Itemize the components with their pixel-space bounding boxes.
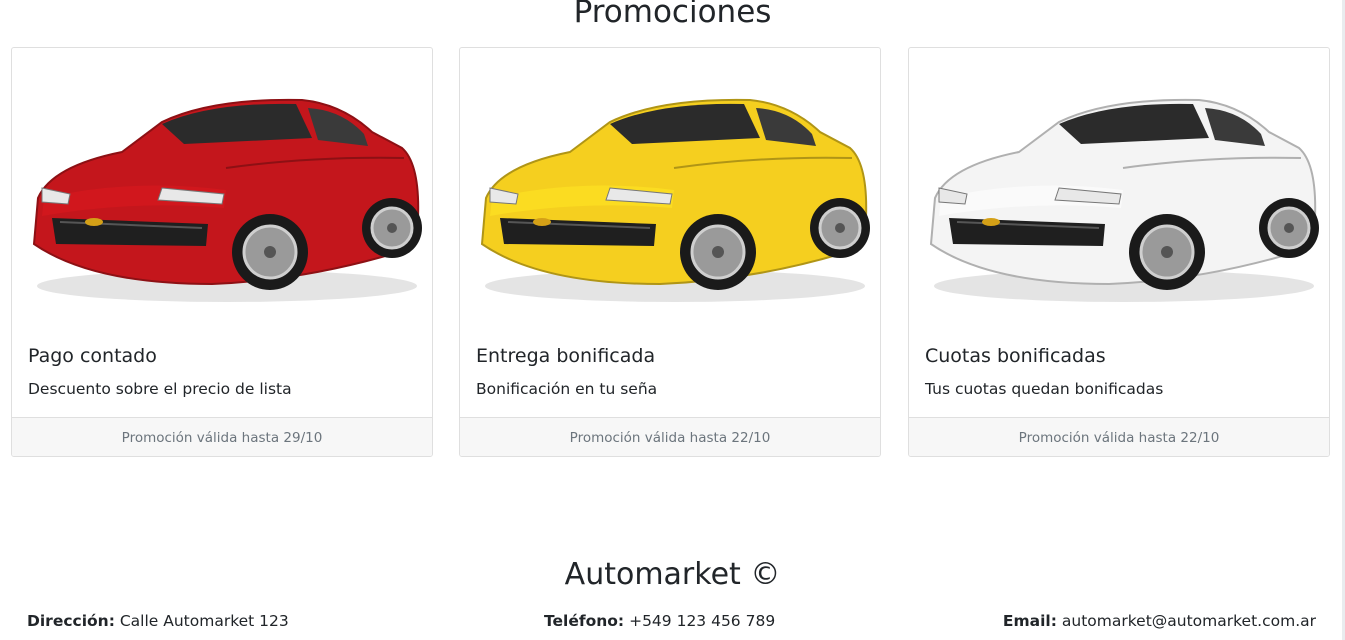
promo-description: Tus cuotas quedan bonificadas: [925, 380, 1164, 398]
promo-card-cash[interactable]: Pago contado Descuento sobre el precio d…: [11, 47, 433, 457]
white-car-icon: [929, 98, 1319, 302]
page: Promociones Pago contado Descuento sobre…: [0, 0, 1345, 640]
promo-image: [12, 48, 432, 328]
promo-card-delivery[interactable]: Entrega bonificada Bonificación en tu se…: [459, 47, 881, 457]
section-title: Promociones: [573, 0, 772, 30]
email-label: Email:: [1002, 612, 1057, 630]
promo-title: Entrega bonificada: [476, 345, 656, 367]
address-value: Calle Automarket 123: [119, 612, 289, 630]
yellow-car-icon: [480, 98, 870, 302]
promo-description: Bonificación en tu seña: [476, 380, 658, 398]
footer-phone: Teléfono: +549 123 456 789: [544, 609, 775, 633]
promo-validity: Promoción válida hasta 22/10: [909, 417, 1329, 456]
promo-description: Descuento sobre el precio de lista: [28, 380, 292, 398]
address-label: Dirección:: [27, 612, 115, 630]
footer-email: Email: automarket@automarket.com.ar: [1003, 609, 1316, 633]
phone-value: +549 123 456 789: [629, 612, 776, 630]
promo-validity: Promoción válida hasta 22/10: [460, 417, 880, 456]
footer-brand: Automarket ©: [564, 557, 781, 592]
email-value[interactable]: automarket@automarket.com.ar: [1062, 612, 1316, 630]
promo-card-installments[interactable]: Cuotas bonificadas Tus cuotas quedan bon…: [908, 47, 1330, 457]
promo-title: Cuotas bonificadas: [925, 345, 1106, 367]
promo-image: [909, 48, 1329, 328]
red-car-icon: [32, 98, 422, 302]
promo-title: Pago contado: [28, 345, 157, 367]
phone-label: Teléfono:: [544, 612, 625, 630]
promotions-grid: Pago contado Descuento sobre el precio d…: [11, 47, 1332, 459]
promo-validity: Promoción válida hasta 29/10: [12, 417, 432, 456]
footer-address: Dirección: Calle Automarket 123: [27, 609, 289, 633]
promo-image: [460, 48, 880, 328]
